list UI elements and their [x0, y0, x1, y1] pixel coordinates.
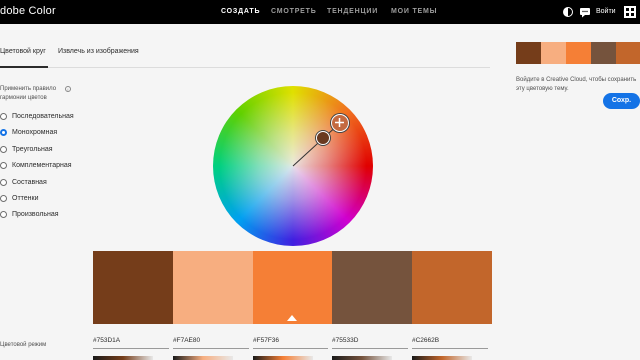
- hex-value[interactable]: #F57F36: [253, 337, 279, 344]
- radio-button[interactable]: [0, 145, 7, 153]
- radio-button[interactable]: [0, 210, 7, 218]
- rule-option-label: Треугольная: [12, 145, 53, 153]
- theme-preview-swatch: [541, 42, 566, 64]
- rule-option-label: Составная: [12, 178, 47, 186]
- color-slider[interactable]: [412, 356, 472, 360]
- app-logo[interactable]: dobe Color: [0, 5, 56, 17]
- rule-option-label: Последовательная: [12, 112, 74, 120]
- radio-button[interactable]: [0, 178, 7, 186]
- rule-option-compound[interactable]: Составная: [0, 177, 47, 187]
- hex-input-underline: [332, 348, 408, 349]
- nav-create[interactable]: СОЗДАТЬ: [221, 8, 260, 15]
- rule-option-complementary[interactable]: Комплементарная: [0, 160, 72, 170]
- signin-link[interactable]: Войти: [596, 8, 616, 15]
- wheel-handle-base[interactable]: [331, 114, 349, 132]
- nav-explore[interactable]: СМОТРЕТЬ: [271, 8, 317, 15]
- palette-swatch[interactable]: [93, 251, 173, 324]
- radio-button[interactable]: [0, 112, 7, 120]
- hex-value[interactable]: #F7AE80: [173, 337, 200, 344]
- apps-grid-icon[interactable]: [624, 6, 636, 18]
- palette-swatch[interactable]: [332, 251, 412, 324]
- theme-toggle-icon[interactable]: [562, 6, 574, 18]
- info-icon[interactable]: i: [65, 86, 71, 92]
- rule-option-label: Монохромная: [12, 128, 58, 136]
- theme-preview-swatch: [566, 42, 591, 64]
- radio-button-checked[interactable]: [0, 128, 7, 136]
- color-slider[interactable]: [93, 356, 153, 360]
- rule-option-label: Оттенки: [12, 194, 39, 202]
- color-mode-label: Цветовой режим: [0, 342, 47, 348]
- hex-input-underline: [253, 348, 328, 349]
- palette-swatch-selected[interactable]: [253, 251, 332, 324]
- theme-preview-swatch: [516, 42, 541, 64]
- rule-option-analogous[interactable]: Последовательная: [0, 111, 74, 121]
- radio-button[interactable]: [0, 194, 7, 202]
- hex-value[interactable]: #C2662B: [412, 337, 439, 344]
- color-slider[interactable]: [332, 356, 392, 360]
- rule-option-label: Произвольная: [12, 210, 59, 218]
- harmony-rule-label: Применить правило гармонии цветов: [0, 86, 57, 101]
- active-tab-indicator: [0, 66, 48, 68]
- palette-swatch[interactable]: [412, 251, 492, 324]
- color-slider[interactable]: [173, 356, 233, 360]
- hex-value[interactable]: #753D1A: [93, 337, 120, 344]
- tab-color-wheel[interactable]: Цветовой круг: [0, 48, 46, 55]
- palette-swatch[interactable]: [173, 251, 253, 324]
- top-bar: dobe Color СОЗДАТЬ СМОТРЕТЬ ТЕНДЕНЦИИ МО…: [0, 0, 640, 24]
- hex-input-underline: [93, 348, 169, 349]
- tab-divider: [0, 67, 490, 68]
- rule-option-monochromatic[interactable]: Монохромная: [0, 127, 57, 137]
- nav-trends[interactable]: ТЕНДЕНЦИИ: [327, 8, 378, 15]
- hex-value[interactable]: #75533D: [332, 337, 358, 344]
- crosshair-icon: [335, 118, 344, 127]
- theme-preview-swatch: [591, 42, 616, 64]
- rule-option-triad[interactable]: Треугольная: [0, 144, 53, 154]
- rule-option-label: Комплементарная: [12, 161, 72, 169]
- rule-option-custom[interactable]: Произвольная: [0, 209, 59, 219]
- selected-swatch-indicator: [287, 315, 297, 321]
- color-wheel[interactable]: [213, 86, 373, 246]
- rule-option-shades[interactable]: Оттенки: [0, 193, 39, 203]
- hex-input-underline: [412, 348, 488, 349]
- theme-preview-swatch: [616, 42, 640, 64]
- hex-input-underline: [173, 348, 249, 349]
- radio-button[interactable]: [0, 161, 7, 169]
- signin-prompt: Войдите в Creative Cloud, чтобы сохранит…: [516, 77, 637, 92]
- nav-my-themes[interactable]: МОИ ТЕМЫ: [391, 8, 437, 15]
- wheel-guide-line: [292, 122, 341, 167]
- chat-icon[interactable]: [579, 6, 591, 18]
- tab-extract-from-image[interactable]: Извлечь из изображения: [58, 48, 139, 55]
- color-slider[interactable]: [253, 356, 313, 360]
- wheel-handle[interactable]: [316, 131, 330, 145]
- save-button[interactable]: Сохр.: [603, 93, 640, 109]
